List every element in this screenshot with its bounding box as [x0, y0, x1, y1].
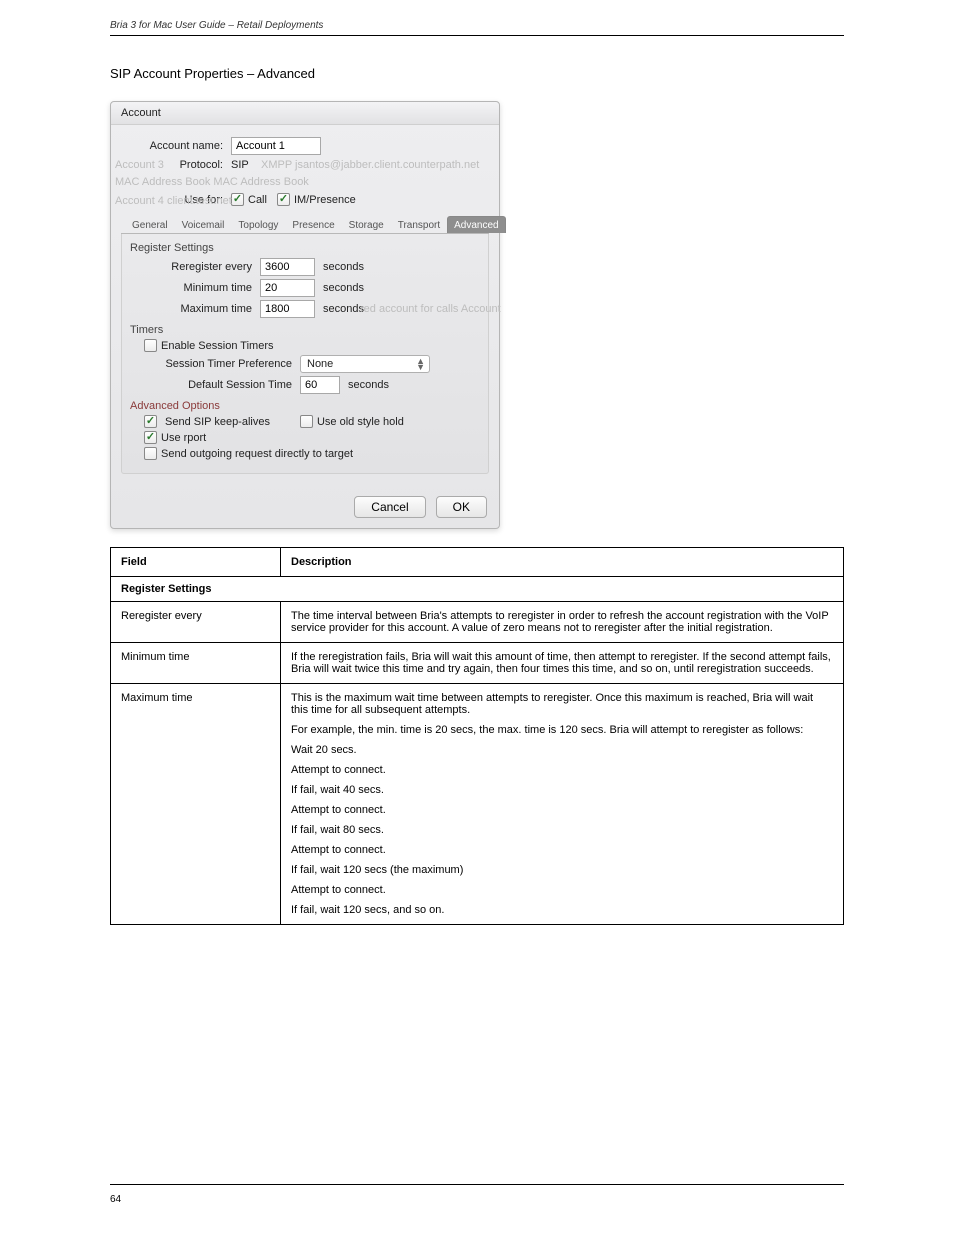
- col-desc-header: Description: [281, 548, 844, 577]
- default-session-time-label: Default Session Time: [130, 379, 300, 391]
- page-number: 64: [110, 1194, 121, 1205]
- cancel-button[interactable]: Cancel: [354, 496, 425, 518]
- account-name-input[interactable]: [231, 137, 321, 155]
- advanced-panel: Register Settings Reregister every secon…: [121, 234, 489, 474]
- direct-label: Send outgoing request directly to target: [161, 448, 353, 460]
- ghost-acct4: Account 4 client.test.net: [115, 195, 232, 207]
- col-field-header: Field: [111, 548, 281, 577]
- tab-presence[interactable]: Presence: [285, 216, 341, 233]
- section-title: SIP Account Properties – Advanced: [110, 66, 844, 81]
- max-time-label: Maximum time: [130, 303, 260, 315]
- tab-general[interactable]: General: [125, 216, 175, 233]
- register-settings-title: Register Settings: [130, 242, 480, 254]
- account-name-label: Account name:: [121, 140, 231, 152]
- desc-cell: The time interval between Bria's attempt…: [281, 602, 844, 643]
- ghost-proxy: red account for calls Account: [360, 303, 501, 315]
- session-timer-pref-label: Session Timer Preference: [130, 358, 300, 370]
- oldhold-label: Use old style hold: [317, 416, 404, 428]
- tab-topology[interactable]: Topology: [231, 216, 285, 233]
- max-time-unit: seconds: [323, 303, 364, 315]
- field-cell: Maximum time: [111, 684, 281, 925]
- use-for-call-checkbox[interactable]: Call: [231, 193, 267, 206]
- ghost-xmpp: XMPP jsantos@jabber.client.counterpath.n…: [261, 159, 479, 171]
- register-settings-section: Register Settings: [111, 577, 844, 602]
- direct-checkbox[interactable]: [144, 447, 157, 460]
- top-rule: [110, 35, 844, 36]
- enable-session-timers-checkbox[interactable]: [144, 339, 157, 352]
- default-session-time-unit: seconds: [348, 379, 389, 391]
- use-for-im-checkbox[interactable]: IM/Presence: [277, 193, 356, 206]
- reregister-label: Reregister every: [130, 261, 260, 273]
- ghost-mac: MAC Address Book MAC Address Book: [115, 176, 309, 188]
- ok-button[interactable]: OK: [436, 496, 487, 518]
- session-timer-pref-select[interactable]: None ▲▼: [300, 355, 430, 373]
- desc-cell: This is the maximum wait time between at…: [281, 684, 844, 925]
- tab-transport[interactable]: Transport: [391, 216, 447, 233]
- tab-storage[interactable]: Storage: [342, 216, 391, 233]
- header-left: Bria 3 for Mac User Guide – Retail Deplo…: [110, 20, 323, 31]
- reregister-input[interactable]: [260, 258, 315, 276]
- oldhold-checkbox[interactable]: [300, 415, 313, 428]
- default-session-time-input[interactable]: [300, 376, 340, 394]
- min-time-label: Minimum time: [130, 282, 260, 294]
- tabs: General Voicemail Topology Presence Stor…: [121, 216, 489, 234]
- dialog-title: Account: [111, 102, 499, 125]
- bottom-rule: [110, 1184, 844, 1185]
- protocol-value: SIP: [231, 159, 249, 171]
- min-time-unit: seconds: [323, 282, 364, 294]
- enable-session-timers-label: Enable Session Timers: [161, 340, 274, 352]
- max-time-input[interactable]: [260, 300, 315, 318]
- checkmark-icon: [231, 193, 244, 206]
- field-cell: Minimum time: [111, 643, 281, 684]
- advanced-options-title: Advanced Options: [130, 400, 480, 412]
- checkmark-icon: [277, 193, 290, 206]
- keepalives-checkbox[interactable]: [144, 415, 157, 428]
- keepalives-label: Send SIP keep-alives: [165, 416, 270, 428]
- rport-checkbox[interactable]: [144, 431, 157, 444]
- account-dialog: Account Account name: Account 3 Protocol…: [110, 101, 500, 529]
- tab-advanced[interactable]: Advanced: [447, 216, 505, 233]
- tab-voicemail[interactable]: Voicemail: [175, 216, 232, 233]
- timers-title: Timers: [130, 324, 480, 336]
- chevron-updown-icon: ▲▼: [416, 358, 425, 370]
- description-table: Field Description Register Settings Rere…: [110, 547, 844, 925]
- use-for-call-label: Call: [248, 194, 267, 206]
- min-time-input[interactable]: [260, 279, 315, 297]
- ghost-account3: Account 3: [115, 159, 164, 171]
- session-timer-pref-value: None: [307, 358, 333, 370]
- field-cell: Reregister every: [111, 602, 281, 643]
- reregister-unit: seconds: [323, 261, 364, 273]
- desc-cell: If the reregistration fails, Bria will w…: [281, 643, 844, 684]
- use-for-im-label: IM/Presence: [294, 194, 356, 206]
- rport-label: Use rport: [161, 432, 206, 444]
